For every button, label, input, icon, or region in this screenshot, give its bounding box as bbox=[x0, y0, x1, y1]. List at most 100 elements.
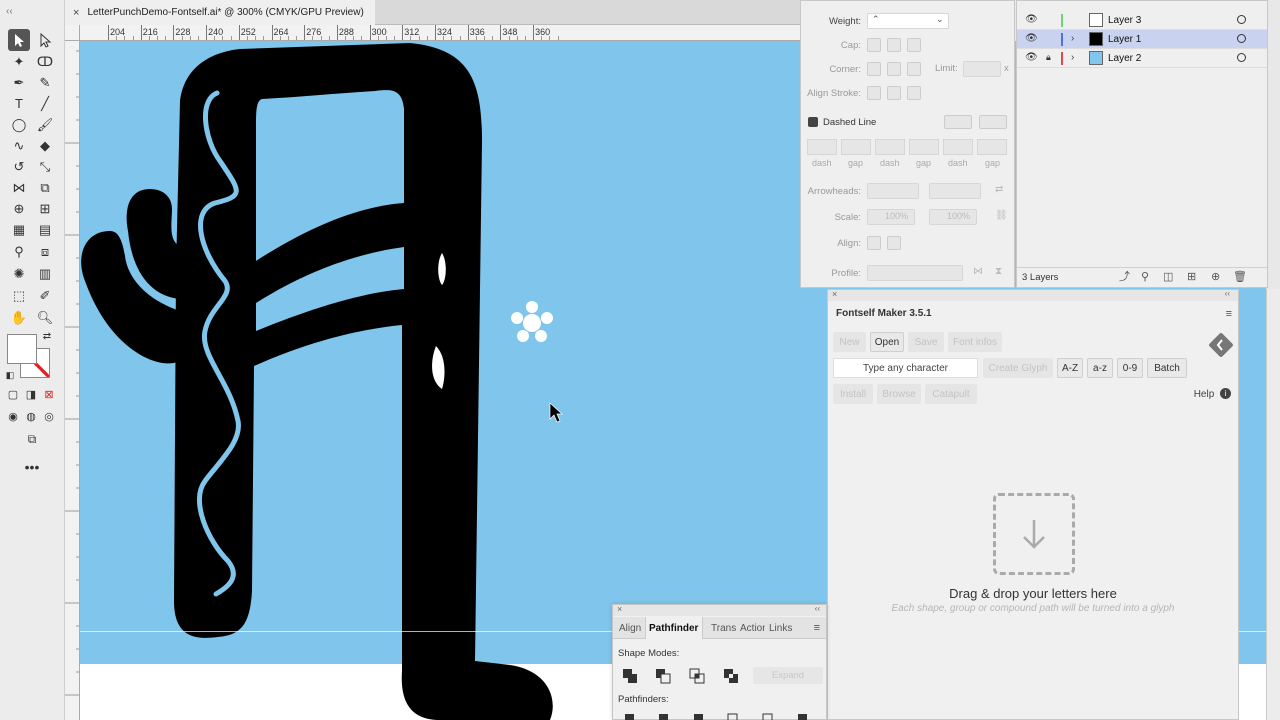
paintbrush-tool-icon[interactable]: 🖌 bbox=[34, 113, 56, 135]
open-button[interactable]: Open bbox=[870, 332, 904, 352]
digits-button[interactable]: 0-9 bbox=[1117, 358, 1143, 378]
dash-field-2[interactable] bbox=[875, 139, 905, 155]
column-graph-tool-icon[interactable]: ▥ bbox=[34, 262, 56, 284]
align-inside-icon[interactable] bbox=[887, 86, 901, 100]
weight-dropdown-icon[interactable]: ⌄ bbox=[936, 14, 944, 25]
new-button[interactable]: New bbox=[833, 332, 866, 352]
locate-object-icon[interactable]: ⚲ bbox=[1141, 272, 1152, 283]
close-tab-icon[interactable]: × bbox=[73, 7, 79, 19]
eraser-tool-icon[interactable]: ◆ bbox=[34, 134, 56, 156]
character-input[interactable]: Type any character bbox=[833, 358, 978, 378]
close-panel-icon[interactable]: × bbox=[617, 604, 622, 614]
trim-icon[interactable] bbox=[658, 713, 674, 720]
preserve-dash-icon[interactable] bbox=[944, 115, 972, 129]
layer-target-icon[interactable] bbox=[1237, 53, 1246, 62]
toolbar-collapse[interactable]: ‹‹ bbox=[0, 0, 64, 22]
layer-target-icon[interactable] bbox=[1237, 34, 1246, 43]
layer-name[interactable]: Layer 2 bbox=[1108, 53, 1141, 64]
tab-transform[interactable]: Transform bbox=[708, 617, 736, 639]
save-button[interactable]: Save bbox=[908, 332, 944, 352]
end-arrowhead-select[interactable] bbox=[929, 183, 981, 199]
tab-align[interactable]: Align bbox=[616, 617, 646, 639]
expand-chevron-icon[interactable]: › bbox=[1071, 52, 1074, 63]
swap-fill-stroke-icon[interactable]: ⇄ bbox=[40, 330, 54, 344]
help-button[interactable]: Help bbox=[1186, 384, 1222, 404]
none-mode-icon[interactable]: ⊠ bbox=[41, 387, 57, 403]
install-button[interactable]: Install bbox=[833, 384, 873, 404]
ruler-origin[interactable] bbox=[65, 25, 80, 41]
pen-tool-icon[interactable]: ✒ bbox=[8, 71, 30, 93]
draw-behind-icon[interactable]: ◍ bbox=[23, 409, 39, 425]
edit-toolbar-icon[interactable]: ••• bbox=[21, 458, 43, 476]
minus-back-icon[interactable] bbox=[797, 713, 813, 720]
make-clipping-mask-icon[interactable]: ◫ bbox=[1163, 272, 1174, 283]
layer-name[interactable]: Layer 3 bbox=[1108, 15, 1141, 26]
new-layer-icon[interactable]: ⊕ bbox=[1211, 272, 1222, 283]
swap-arrowheads-icon[interactable]: ⇄ bbox=[995, 184, 1003, 195]
help-info-icon[interactable]: i bbox=[1220, 388, 1231, 399]
panel-header[interactable]: × ‹‹ bbox=[828, 289, 1238, 301]
a-z-uppercase-button[interactable]: A-Z bbox=[1057, 358, 1083, 378]
artboard-tool-icon[interactable]: ⬚ bbox=[8, 284, 30, 306]
crop-icon[interactable] bbox=[727, 713, 743, 720]
start-arrowhead-select[interactable] bbox=[867, 183, 919, 199]
blend-tool-icon[interactable]: ⧈ bbox=[34, 240, 56, 262]
batch-button[interactable]: Batch bbox=[1147, 358, 1187, 378]
unite-icon[interactable] bbox=[622, 668, 638, 684]
free-transform-tool-icon[interactable]: ⧉ bbox=[34, 176, 56, 198]
selection-tool-icon[interactable] bbox=[8, 29, 30, 51]
slice-tool-icon[interactable]: ✐ bbox=[34, 284, 56, 306]
tab-pathfinder[interactable]: Pathfinder bbox=[645, 617, 703, 639]
lock-icon[interactable]: 🔒︎ bbox=[1046, 52, 1051, 63]
symbol-sprayer-tool-icon[interactable]: ✺ bbox=[8, 262, 30, 284]
layer-target-icon[interactable] bbox=[1237, 15, 1246, 24]
layer-name[interactable]: Layer 1 bbox=[1108, 34, 1141, 45]
create-glyph-button[interactable]: Create Glyph bbox=[983, 358, 1053, 378]
hand-tool-icon[interactable]: ✋ bbox=[8, 306, 30, 328]
miter-join-icon[interactable] bbox=[867, 62, 881, 76]
scale-tool-icon[interactable]: ⤡ bbox=[34, 155, 56, 177]
align-dash-icon[interactable] bbox=[979, 115, 1007, 129]
flip-along-icon[interactable]: ⋈ bbox=[973, 266, 983, 277]
line-tool-icon[interactable]: ╱ bbox=[34, 92, 56, 114]
layer-row-layer-2[interactable]: 👁︎ 🔒︎ › Layer 2 bbox=[1017, 49, 1267, 68]
stepper-icon[interactable]: ⌃ bbox=[872, 14, 880, 25]
zoom-tool-icon[interactable]: 🔍︎ bbox=[34, 306, 56, 328]
intersect-icon[interactable] bbox=[689, 668, 705, 684]
a-z-lowercase-button[interactable]: a-z bbox=[1087, 358, 1113, 378]
draw-inside-icon[interactable]: ◎ bbox=[41, 409, 57, 425]
butt-cap-icon[interactable] bbox=[867, 38, 881, 52]
lasso-tool-icon[interactable]: ↀ bbox=[34, 50, 56, 72]
gradient-tool-icon[interactable]: ▤ bbox=[34, 218, 56, 240]
round-join-icon[interactable] bbox=[887, 62, 901, 76]
collapse-panel-icon[interactable]: ‹‹ bbox=[815, 604, 820, 613]
export-icon[interactable]: ⤴ bbox=[1119, 272, 1130, 283]
ellipse-tool-icon[interactable]: ◯ bbox=[8, 113, 30, 135]
align-outside-icon[interactable] bbox=[907, 86, 921, 100]
exclude-icon[interactable] bbox=[723, 668, 739, 684]
shaper-tool-icon[interactable]: ∿ bbox=[8, 134, 30, 156]
mesh-tool-icon[interactable]: ▦ bbox=[8, 218, 30, 240]
eyedropper-tool-icon[interactable]: ⚲ bbox=[8, 240, 30, 262]
document-tab[interactable]: × LetterPunchDemo-Fontself.ai* @ 300% (C… bbox=[65, 0, 375, 25]
vertical-ruler[interactable] bbox=[65, 41, 80, 720]
expand-button[interactable]: Expand bbox=[753, 667, 823, 684]
round-cap-icon[interactable] bbox=[887, 38, 901, 52]
panel-header[interactable]: × ‹‹ bbox=[613, 604, 826, 616]
dash-field-3[interactable] bbox=[943, 139, 973, 155]
dash-field-1[interactable] bbox=[807, 139, 837, 155]
screen-mode-icon[interactable]: ⧉ bbox=[21, 430, 43, 448]
rotate-tool-icon[interactable]: ↺ bbox=[8, 155, 30, 177]
visibility-eye-icon[interactable]: 👁︎ bbox=[1025, 33, 1039, 45]
direct-selection-tool-icon[interactable] bbox=[34, 29, 56, 51]
gap-field-2[interactable] bbox=[909, 139, 939, 155]
default-fill-stroke-icon[interactable]: ◧ bbox=[3, 368, 17, 382]
dashed-line-checkbox[interactable] bbox=[808, 117, 818, 127]
draw-normal-icon[interactable]: ◉ bbox=[5, 409, 21, 425]
type-tool-icon[interactable]: T bbox=[8, 92, 30, 114]
profile-select[interactable] bbox=[867, 265, 963, 281]
drop-zone[interactable] bbox=[993, 493, 1075, 575]
gap-field-1[interactable] bbox=[841, 139, 871, 155]
gap-field-3[interactable] bbox=[977, 139, 1007, 155]
arrow-tip-icon[interactable] bbox=[867, 236, 881, 250]
